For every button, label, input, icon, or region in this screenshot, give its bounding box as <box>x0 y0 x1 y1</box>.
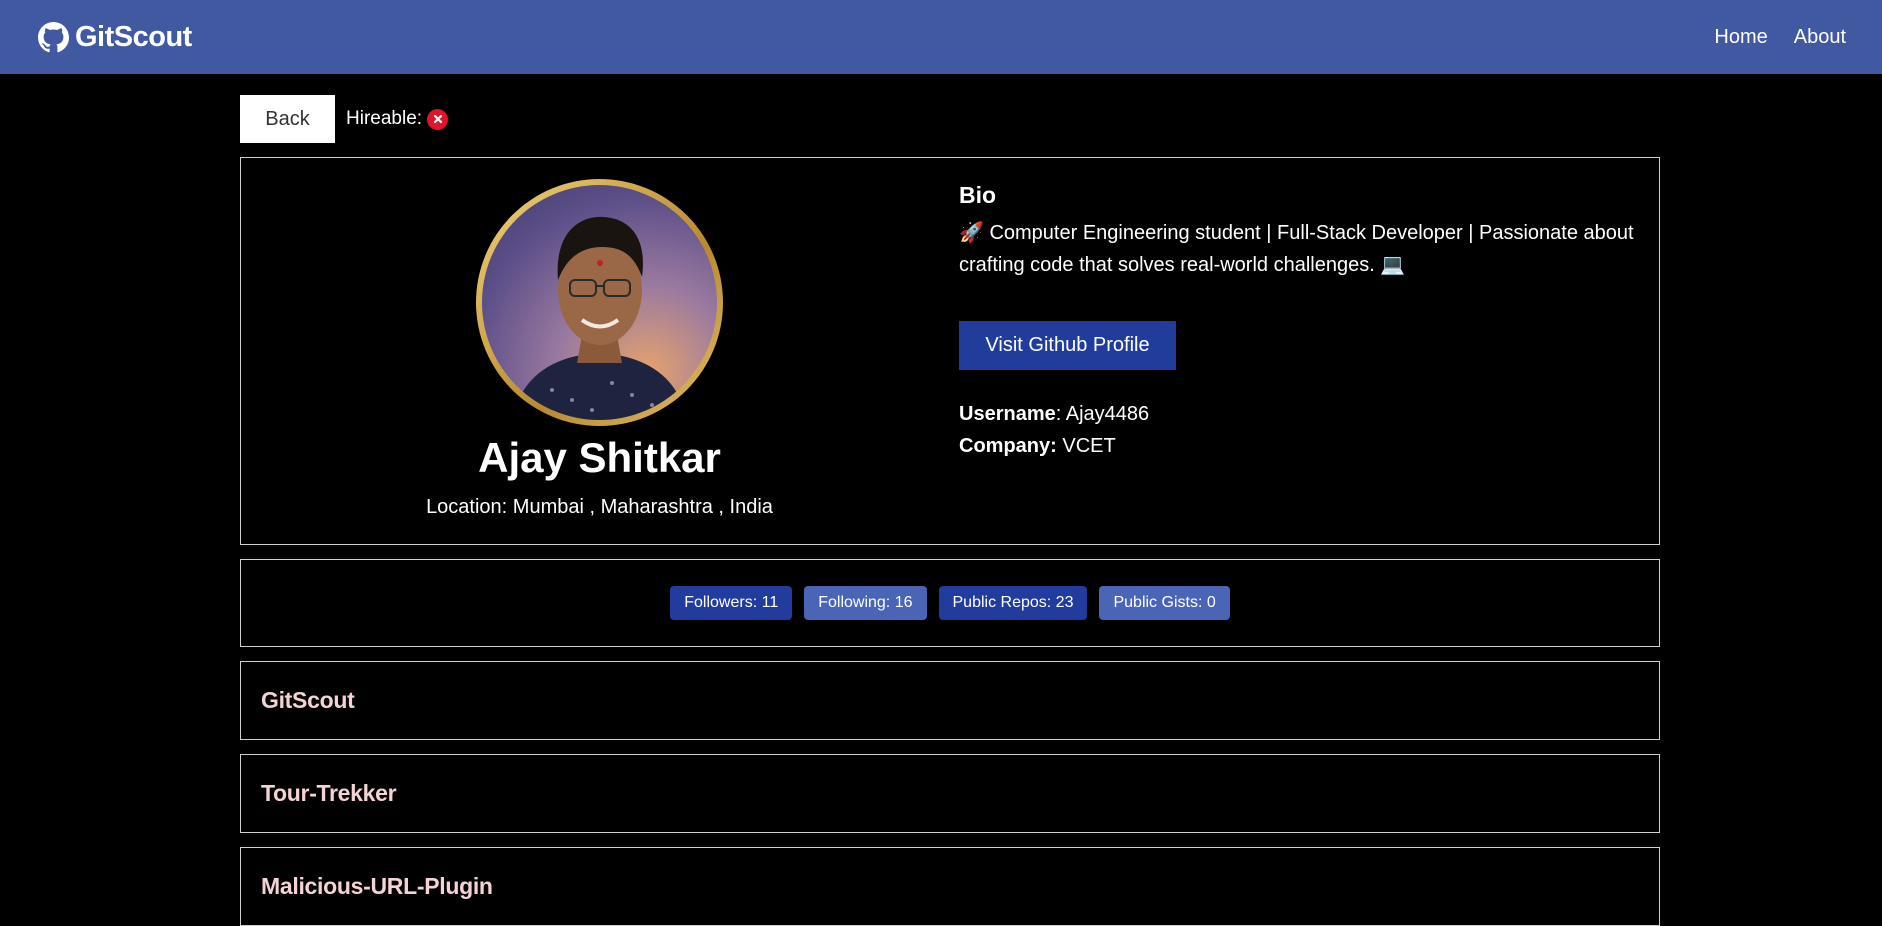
username-row: Username: Ajay4486 <box>959 398 1649 430</box>
public-gists-badge: Public Gists: 0 <box>1099 586 1230 620</box>
repo-link[interactable]: Malicious-URL-Plugin <box>261 873 493 900</box>
bio-heading: Bio <box>959 182 997 208</box>
hireable-label: Hireable: <box>346 108 423 129</box>
username-label: Username <box>959 403 1056 425</box>
nav-links: Home About <box>1714 26 1846 49</box>
avatar-photo <box>482 185 717 420</box>
nav-home-link[interactable]: Home <box>1714 26 1767 49</box>
navbar: GitScout Home About <box>0 0 1882 74</box>
back-button[interactable]: Back <box>240 95 335 143</box>
visit-github-profile-button[interactable]: Visit Github Profile <box>959 321 1176 370</box>
profile-left-column: Ajay Shitkar Location: Mumbai , Maharash… <box>241 158 958 544</box>
repo-link[interactable]: GitScout <box>261 687 355 714</box>
stats-card: Followers: 11 Following: 16 Public Repos… <box>240 559 1660 647</box>
repo-card: Tour-Trekker <box>240 754 1660 833</box>
profile-name: Ajay Shitkar <box>478 434 721 481</box>
company-row: Company: VCET <box>959 430 1649 462</box>
hireable-status: Hireable: <box>346 108 449 130</box>
bio-text: 🚀 Computer Engineering student | Full-St… <box>959 222 1634 276</box>
repo-card: GitScout <box>240 661 1660 740</box>
repo-link[interactable]: Tour-Trekker <box>261 780 397 807</box>
profile-location: Location: Mumbai , Maharashtra , India <box>426 496 773 518</box>
profile-right-column: Bio 🚀 Computer Engineering student | Ful… <box>959 182 1649 462</box>
close-circle-icon <box>427 108 449 130</box>
company-label: Company: <box>959 435 1057 457</box>
nav-about-link[interactable]: About <box>1794 26 1846 49</box>
topbar: Back Hireable: <box>240 95 1660 143</box>
avatar <box>476 179 723 426</box>
following-badge: Following: 16 <box>804 586 927 620</box>
main-container: Back Hireable: Ajay Shitkar Location: Mu… <box>240 95 1660 926</box>
repo-card: Malicious-URL-Plugin <box>240 847 1660 926</box>
public-repos-badge: Public Repos: 23 <box>938 586 1088 620</box>
username-value: : Ajay4486 <box>1055 403 1150 425</box>
company-value: VCET <box>1056 435 1116 457</box>
profile-info: Username: Ajay4486 Company: VCET <box>959 398 1649 462</box>
github-icon <box>38 21 69 52</box>
followers-badge: Followers: 11 <box>670 586 793 620</box>
profile-card: Ajay Shitkar Location: Mumbai , Maharash… <box>240 157 1660 545</box>
brand-name: GitScout <box>75 20 192 53</box>
brand-logo[interactable]: GitScout <box>38 21 192 54</box>
